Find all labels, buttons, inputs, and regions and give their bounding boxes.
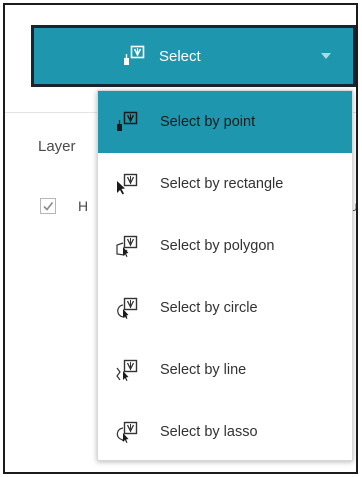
layers-label: Layer xyxy=(38,138,76,155)
select-lasso-icon xyxy=(115,420,141,444)
select-button-label: Select xyxy=(159,48,201,65)
select-point-icon xyxy=(115,110,141,134)
menu-item-select-by-line[interactable]: Select by line xyxy=(98,339,352,401)
select-circle-icon xyxy=(115,296,141,320)
menu-item-select-by-point[interactable]: Select by point xyxy=(98,91,352,153)
menu-item-select-by-circle[interactable]: Select by circle xyxy=(98,277,352,339)
select-line-icon xyxy=(115,358,141,382)
select-mode-menu: Select by point Select by rectangle Sele… xyxy=(97,90,353,461)
chevron-down-icon[interactable] xyxy=(321,53,331,59)
checkmark-icon xyxy=(43,202,54,211)
menu-item-label: Select by polygon xyxy=(160,238,275,254)
layer-checkbox[interactable] xyxy=(40,198,56,214)
menu-item-label: Select by circle xyxy=(160,300,258,316)
select-widget-panel: Select Layer H uil Select by point xyxy=(3,3,358,474)
menu-item-select-by-polygon[interactable]: Select by polygon xyxy=(98,215,352,277)
menu-item-label: Select by point xyxy=(160,114,256,130)
menu-item-label: Select by rectangle xyxy=(160,176,284,192)
select-tool-icon xyxy=(122,44,148,68)
menu-item-label: Select by line xyxy=(160,362,247,378)
menu-item-select-by-rectangle[interactable]: Select by rectangle xyxy=(98,153,352,215)
select-rectangle-icon xyxy=(115,172,141,196)
select-button[interactable]: Select xyxy=(31,25,356,87)
menu-item-select-by-lasso[interactable]: Select by lasso xyxy=(98,401,352,463)
layer-name-start: H xyxy=(78,198,89,214)
menu-item-label: Select by lasso xyxy=(160,424,258,440)
select-polygon-icon xyxy=(115,234,141,258)
